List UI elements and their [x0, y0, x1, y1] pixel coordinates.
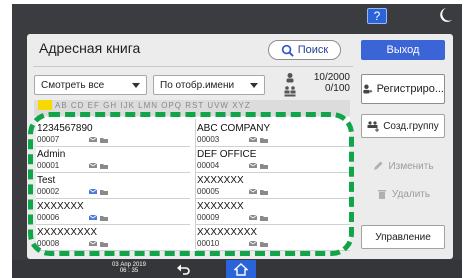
view-filter-select[interactable]: Смотреть все	[34, 75, 147, 95]
divider	[33, 66, 353, 67]
register-button[interactable]: Регистриро...	[361, 74, 445, 104]
register-label: Регистриро...	[376, 83, 444, 95]
delete-button[interactable]: Удалить	[361, 182, 445, 206]
search-icon	[281, 44, 294, 57]
chevron-down-icon	[250, 83, 258, 88]
create-group-button[interactable]: Созд.группу	[361, 114, 445, 138]
entry-count: 10/2000 0/100	[310, 72, 350, 94]
page-title: Адресная книга	[39, 40, 141, 56]
search-button[interactable]: Поиск	[268, 40, 341, 60]
change-label: Изменить	[388, 160, 434, 172]
exit-button[interactable]: Выход	[361, 40, 445, 60]
moon-icon[interactable]	[437, 6, 453, 24]
home-icon	[234, 263, 248, 276]
entry-count-groups: 0/100	[324, 83, 350, 94]
sort-select[interactable]: По отобр.имени	[153, 75, 265, 95]
back-icon[interactable]	[176, 263, 190, 275]
highlight-frame	[28, 112, 354, 256]
index-tab-letters[interactable]: AB CD EF GH IJK LMN OPQ RST UVW XYZ	[55, 101, 251, 110]
sort-value: По отобр.имени	[160, 79, 235, 91]
manage-button[interactable]: Управление	[361, 225, 445, 249]
create-group-label: Созд.группу	[383, 120, 439, 132]
group-icon	[367, 121, 380, 132]
view-filter-value: Смотреть все	[41, 79, 105, 91]
pencil-icon	[374, 161, 383, 170]
help-button[interactable]: ?	[367, 8, 387, 24]
entry-count-users: 10/2000	[313, 72, 350, 83]
tab-active[interactable]	[38, 100, 52, 110]
chevron-down-icon	[132, 83, 140, 88]
time-text: 06 : 35	[119, 268, 139, 274]
change-button[interactable]: Изменить	[361, 154, 445, 178]
user-group-count-icon	[284, 73, 296, 97]
user-icon	[363, 84, 373, 94]
home-button[interactable]	[226, 260, 256, 278]
top-strip	[12, 4, 462, 30]
delete-label: Удалить	[391, 188, 431, 200]
date-time: 03 Апр 2019 06 : 35	[110, 262, 148, 274]
search-label: Поиск	[297, 44, 329, 56]
trash-icon	[377, 190, 386, 199]
